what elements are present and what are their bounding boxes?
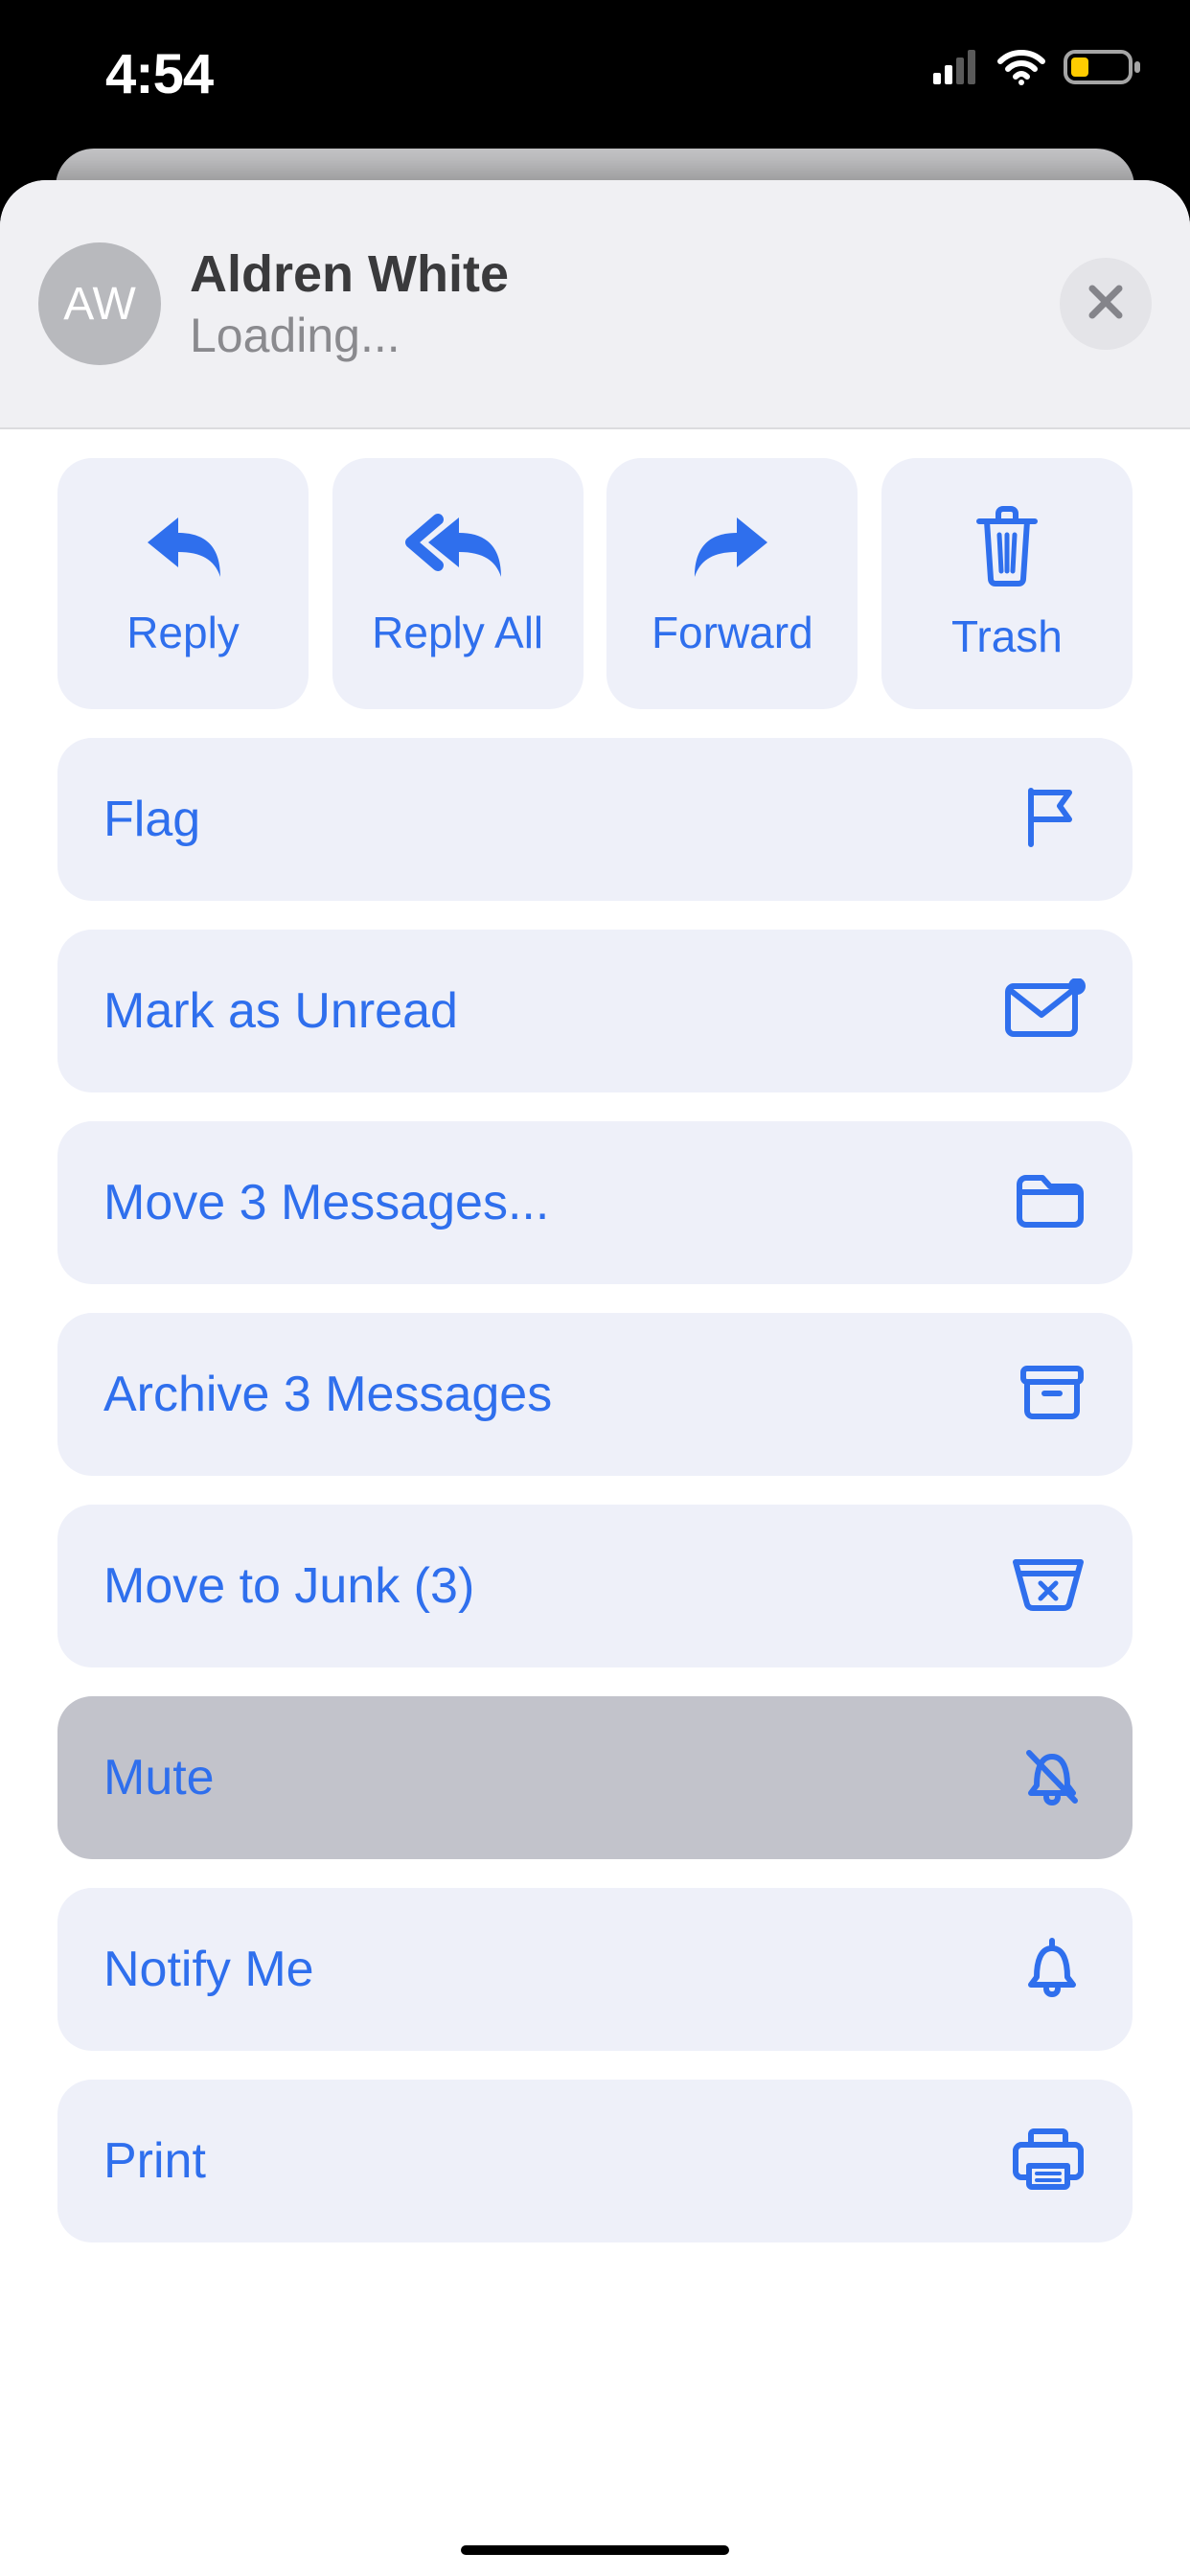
forward-icon bbox=[689, 510, 775, 587]
print-label: Print bbox=[103, 2132, 206, 2190]
archive-button[interactable]: Archive 3 Messages bbox=[57, 1313, 1133, 1476]
archive-icon bbox=[1018, 1363, 1087, 1427]
printer-icon bbox=[1010, 2126, 1087, 2197]
wifi-icon bbox=[996, 48, 1046, 91]
reply-all-button[interactable]: Reply All bbox=[332, 458, 584, 709]
flag-icon bbox=[1018, 783, 1087, 857]
bell-slash-icon bbox=[1018, 1741, 1087, 1815]
home-indicator bbox=[461, 2545, 729, 2555]
bell-icon bbox=[1018, 1933, 1087, 2007]
trash-icon bbox=[973, 506, 1041, 591]
reply-all-label: Reply All bbox=[372, 607, 543, 658]
loading-status: Loading... bbox=[190, 308, 509, 363]
forward-button[interactable]: Forward bbox=[606, 458, 858, 709]
battery-icon bbox=[1064, 48, 1142, 91]
envelope-dot-icon bbox=[1004, 978, 1087, 1045]
reply-label: Reply bbox=[126, 607, 240, 658]
trash-button[interactable]: Trash bbox=[881, 458, 1133, 709]
trash-label: Trash bbox=[951, 610, 1063, 662]
move-messages-label: Move 3 Messages... bbox=[103, 1174, 549, 1231]
mute-button[interactable]: Mute bbox=[57, 1696, 1133, 1859]
notify-me-button[interactable]: Notify Me bbox=[57, 1888, 1133, 2051]
mute-label: Mute bbox=[103, 1749, 215, 1806]
action-sheet: AW Aldren White Loading... Reply bbox=[0, 180, 1190, 2576]
print-button[interactable]: Print bbox=[57, 2080, 1133, 2242]
close-button[interactable] bbox=[1060, 258, 1152, 350]
flag-button[interactable]: Flag bbox=[57, 738, 1133, 901]
cellular-icon bbox=[933, 50, 979, 89]
forward-label: Forward bbox=[652, 607, 813, 658]
archive-label: Archive 3 Messages bbox=[103, 1366, 552, 1423]
mark-unread-button[interactable]: Mark as Unread bbox=[57, 930, 1133, 1092]
header-text: Aldren White Loading... bbox=[190, 244, 509, 363]
status-time: 4:54 bbox=[105, 42, 213, 106]
reply-icon bbox=[140, 510, 226, 587]
top-action-row: Reply Reply All Forward bbox=[57, 458, 1133, 709]
sheet-content: Reply Reply All Forward bbox=[0, 429, 1190, 2242]
move-to-junk-button[interactable]: Move to Junk (3) bbox=[57, 1505, 1133, 1668]
sheet-header: AW Aldren White Loading... bbox=[0, 180, 1190, 429]
mark-unread-label: Mark as Unread bbox=[103, 982, 458, 1040]
flag-label: Flag bbox=[103, 791, 200, 848]
avatar: AW bbox=[38, 242, 161, 365]
junk-icon bbox=[1010, 1554, 1087, 1619]
reply-button[interactable]: Reply bbox=[57, 458, 309, 709]
notify-me-label: Notify Me bbox=[103, 1941, 314, 1998]
move-to-junk-label: Move to Junk (3) bbox=[103, 1557, 474, 1615]
close-icon bbox=[1085, 281, 1127, 328]
status-bar: 4:54 bbox=[0, 0, 1190, 149]
reply-all-icon bbox=[405, 510, 511, 587]
folder-icon bbox=[1014, 1171, 1087, 1235]
status-icons bbox=[933, 48, 1142, 91]
move-messages-button[interactable]: Move 3 Messages... bbox=[57, 1121, 1133, 1284]
contact-name: Aldren White bbox=[190, 244, 509, 304]
